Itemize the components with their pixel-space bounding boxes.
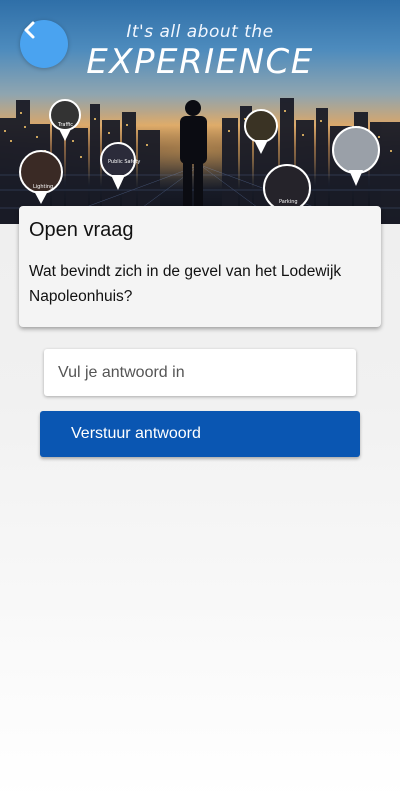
submit-answer-button[interactable]: Verstuur antwoord	[40, 411, 360, 457]
back-button[interactable]	[20, 20, 68, 68]
pin-label-parking: Parking	[279, 199, 298, 205]
question-card: Open vraag Wat bevindt zich in de gevel …	[19, 206, 381, 327]
answer-input[interactable]	[44, 349, 356, 396]
pin-label-public-safety: Public Safety	[108, 159, 140, 165]
pin-label-lighting: Lighting	[33, 184, 53, 190]
question-type-title: Open vraag	[29, 219, 134, 241]
chevron-left-icon	[24, 21, 35, 39]
pin-label-traffic: Traffic	[57, 122, 73, 128]
pin-parking: Parking	[263, 164, 311, 212]
question-text: Wat bevindt zich in de gevel van het Lod…	[29, 263, 342, 305]
hero-banner: Traffic Lighting Public Safety Parking I…	[0, 0, 400, 224]
person-silhouette	[180, 100, 207, 210]
